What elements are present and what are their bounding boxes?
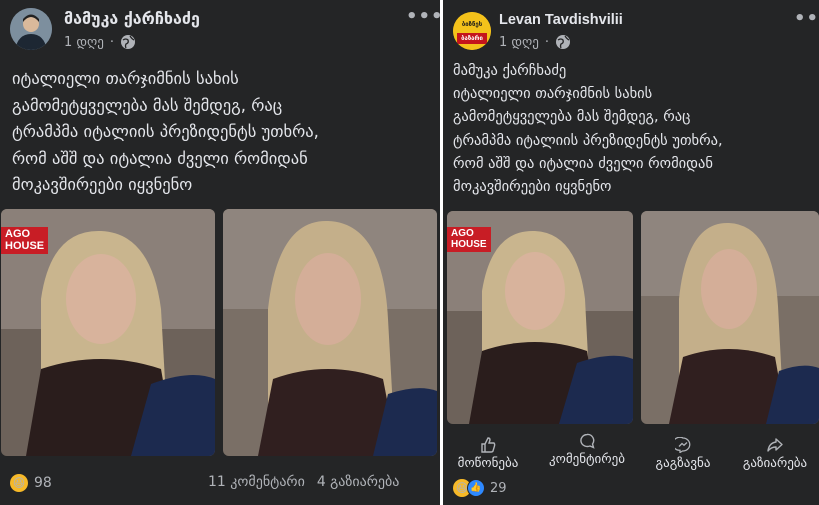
reactions-summary[interactable]: 😆 👍 29 <box>453 479 507 497</box>
interpreter-photo-zoom <box>223 209 437 456</box>
author-name[interactable]: მამუკა ქარჩხაძე <box>64 9 200 28</box>
share-label: გაზიარება <box>742 456 808 471</box>
globe-icon <box>121 35 135 49</box>
reactions-summary[interactable]: 😆 98 <box>10 474 52 492</box>
post-time[interactable]: 1 დღე <box>64 35 104 50</box>
page-logo <box>453 12 491 50</box>
post-text: იტალიელი თარჯიმნის სახის გამომეტყველება … <box>12 69 319 195</box>
messenger-icon <box>675 437 691 453</box>
reactions-count: 29 <box>490 480 507 496</box>
send-label: გაგზავნა <box>655 456 711 471</box>
like-reaction-icon: 👍 <box>467 479 485 497</box>
dot-separator: · <box>109 34 114 50</box>
photo-2[interactable] <box>641 211 819 424</box>
page-avatar[interactable]: ბიზნეს ბაზარი <box>453 12 491 50</box>
comment-button[interactable]: კომენტირებ <box>541 433 633 467</box>
send-button[interactable]: გაგზავნა <box>651 437 715 471</box>
dot-separator: · <box>544 34 549 50</box>
share-button[interactable]: გაზიარება <box>736 437 814 471</box>
post-text: მამუკა ქარჩხაძე იტალიელი თარჯიმნის სახის… <box>453 63 723 196</box>
laughing-emoji-icon: 😆 <box>10 474 28 492</box>
logo-text-bottom: ბაზარი <box>461 35 483 42</box>
globe-icon <box>556 35 570 49</box>
like-label: მოწონება <box>457 456 519 471</box>
comments-count[interactable]: 11 კომენტარი <box>208 474 305 490</box>
post-meta: 1 დღე · <box>499 34 571 50</box>
reactions-count: 98 <box>34 475 52 491</box>
engagement-counts: 11 კომენტარი 4 გაზიარება <box>208 474 399 490</box>
left-post: მამუკა ქარჩხაძე 1 დღე · ••• იტალიელი თარ… <box>0 0 440 505</box>
news-banner: AGO HOUSE <box>447 227 491 252</box>
photo-collage[interactable]: AGO HOUSE <box>447 211 819 424</box>
right-post: ბიზნეს ბაზარი Levan Tavdishvilii 1 დღე ·… <box>443 0 819 505</box>
comment-label: კომენტირებ <box>549 452 625 467</box>
news-banner: AGO HOUSE <box>1 227 49 255</box>
author-avatar[interactable] <box>10 8 52 50</box>
like-button[interactable]: მოწონება <box>457 437 519 471</box>
author-name[interactable]: Levan Tavdishvilii <box>499 12 623 28</box>
comment-bubble-icon <box>580 433 595 449</box>
interpreter-photo-zoom <box>641 211 819 424</box>
photo-2[interactable] <box>223 209 437 456</box>
more-dots-icon[interactable]: ••• <box>406 6 440 27</box>
logo-text-top: ბიზნეს <box>461 21 483 28</box>
share-arrow-icon <box>767 438 783 452</box>
more-dots-icon[interactable]: ••• <box>794 8 819 29</box>
thumbs-up-icon <box>481 437 496 453</box>
photo-collage[interactable]: AGO HOUSE <box>1 209 437 456</box>
post-time[interactable]: 1 დღე <box>499 35 539 50</box>
avatar-photo <box>10 8 52 50</box>
photo-1[interactable]: AGO HOUSE <box>1 209 215 456</box>
photo-1[interactable]: AGO HOUSE <box>447 211 633 424</box>
post-meta: 1 დღე · <box>64 34 136 50</box>
shares-count[interactable]: 4 გაზიარება <box>317 474 400 490</box>
